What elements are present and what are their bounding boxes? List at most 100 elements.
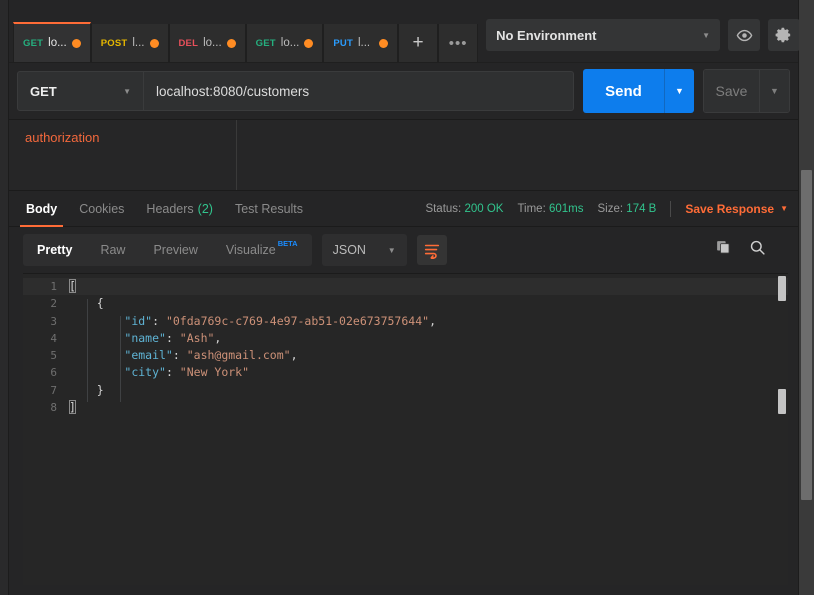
tab-body-label: Body: [26, 201, 58, 216]
request-tab-2[interactable]: POST l...: [90, 24, 169, 62]
gear-icon: [775, 27, 791, 43]
environment-quick-look-button[interactable]: [728, 19, 761, 51]
json-value-name: "Ash": [179, 330, 215, 345]
view-raw-label: Raw: [100, 243, 126, 257]
tab-options-button[interactable]: •••: [438, 24, 479, 62]
json-code[interactable]: 1 [ 2 { 3 "id": "0fda769c-c769-4e97-ab51…: [23, 274, 788, 585]
eye-icon: [736, 29, 752, 41]
request-tab-label: lo...: [280, 37, 300, 49]
code-line: 5 "email": "ash@gmail.com",: [23, 347, 788, 364]
line-number: 3: [50, 314, 57, 328]
tab-headers[interactable]: Headers (2): [135, 191, 224, 227]
request-tab-strip: GET lo... POST l... DEL lo... GET lo...: [9, 0, 479, 62]
view-raw[interactable]: Raw: [86, 234, 139, 266]
new-tab-button[interactable]: +: [398, 24, 439, 62]
line-content: "email": "ash@gmail.com",: [124, 348, 298, 363]
unsaved-dot-icon: [379, 38, 389, 48]
postman-window: GET lo... POST l... DEL lo... GET lo...: [0, 0, 814, 595]
code-line: 4 "name": "Ash",: [23, 330, 788, 347]
status-label: Status:: [425, 202, 462, 215]
request-tab-4[interactable]: GET lo...: [245, 24, 324, 62]
request-param-value[interactable]: [237, 120, 798, 190]
code-scrollbar-thumb-top[interactable]: [778, 276, 786, 301]
line-number: 5: [50, 349, 57, 363]
request-tab-method: GET: [23, 37, 44, 49]
view-pretty[interactable]: Pretty: [23, 234, 86, 266]
word-wrap-button[interactable]: [416, 235, 447, 265]
response-meta: Status: 200 OK Time: 601ms Size: 174 B S…: [425, 200, 788, 217]
window-scrollbar-thumb[interactable]: [801, 170, 812, 500]
request-tab-method: POST: [100, 37, 128, 49]
line-number: 2: [50, 297, 57, 311]
url-bar: GET ▼ localhost:8080/customers Send ▼ Sa…: [9, 62, 798, 119]
tab-test-results[interactable]: Test Results: [224, 191, 314, 227]
chevron-down-icon: ▼: [387, 245, 396, 255]
settings-button[interactable]: [768, 19, 801, 51]
size-value: 174 B: [626, 202, 657, 215]
url-input[interactable]: localhost:8080/customers: [144, 71, 574, 111]
send-options-button[interactable]: ▼: [664, 69, 694, 113]
time-group: Time: 601ms: [517, 203, 583, 215]
status-group: Status: 200 OK: [425, 203, 503, 215]
copy-icon: [717, 241, 730, 254]
meta-divider: [670, 200, 672, 217]
code-line: 2 {: [23, 295, 788, 312]
send-button[interactable]: Send: [583, 69, 664, 113]
copy-button[interactable]: [715, 239, 732, 261]
indent-guide: [87, 299, 88, 402]
tab-headers-count: (2): [197, 201, 213, 216]
code-line: 8 ]: [23, 399, 788, 416]
http-method-selector[interactable]: GET ▼: [17, 71, 144, 111]
unsaved-dot-icon: [149, 38, 159, 48]
tab-body[interactable]: Body: [15, 191, 68, 227]
request-tab-label: lo...: [48, 37, 67, 49]
line-number: 8: [50, 401, 57, 415]
request-tab-1[interactable]: GET lo...: [13, 22, 91, 62]
code-line: 1 [: [23, 278, 788, 296]
unsaved-dot-icon: [304, 38, 314, 48]
line-content: ]: [69, 400, 76, 415]
line-content: "name": "Ash",: [124, 330, 222, 345]
save-response-button[interactable]: Save Response ▼: [685, 202, 788, 216]
request-tab-5[interactable]: PUT l...: [323, 24, 399, 62]
size-label: Size:: [597, 202, 624, 215]
save-button[interactable]: Save: [704, 70, 759, 112]
chevron-down-icon: ▼: [780, 204, 788, 213]
line-content: "id": "0fda769c-c769-4e97-ab51-02e673757…: [124, 313, 436, 328]
tab-test-results-label: Test Results: [234, 201, 304, 216]
view-visualize[interactable]: Visualize BETA: [212, 234, 312, 266]
environment-selector[interactable]: No Environment ▼: [486, 19, 721, 51]
tab-cookies[interactable]: Cookies: [68, 191, 135, 227]
window-scrollbar[interactable]: [799, 0, 814, 595]
response-body-viewer[interactable]: 1 [ 2 { 3 "id": "0fda769c-c769-4e97-ab51…: [23, 273, 788, 585]
save-options-button[interactable]: ▼: [759, 70, 789, 112]
word-wrap-icon: [424, 244, 439, 259]
line-number: 4: [50, 331, 57, 345]
body-format-label: JSON: [332, 243, 366, 257]
body-format-selector[interactable]: JSON ▼: [321, 234, 407, 266]
code-scrollbar-thumb[interactable]: [778, 389, 786, 414]
search-icon: [750, 240, 765, 255]
view-preview[interactable]: Preview: [139, 234, 211, 266]
search-button[interactable]: [749, 239, 766, 261]
request-tab-method: GET: [255, 37, 276, 49]
time-value: 601ms: [548, 202, 584, 215]
body-view-switcher: Pretty Raw Preview Visualize BETA: [23, 234, 312, 266]
view-visualize-label: Visualize: [225, 243, 276, 257]
request-detail-panel: authorization: [9, 119, 798, 191]
request-tab-3[interactable]: DEL lo...: [168, 24, 246, 62]
tab-headers-label: Headers: [146, 201, 194, 216]
request-param-key[interactable]: authorization: [9, 120, 237, 190]
response-body-toolbar: Pretty Raw Preview Visualize BETA JSON ▼: [9, 227, 798, 273]
beta-badge: BETA: [277, 239, 298, 248]
code-scrollbar[interactable]: [776, 274, 788, 585]
unsaved-dot-icon: [226, 38, 236, 48]
json-value-id: "0fda769c-c769-4e97-ab51-02e673757644": [165, 313, 430, 328]
view-preview-label: Preview: [153, 243, 198, 257]
sidebar-edge: [0, 0, 9, 595]
code-line: 7 }: [23, 382, 788, 399]
json-value-city: "New York": [179, 365, 250, 380]
line-number: 1: [50, 280, 57, 293]
status-value: 200 OK: [464, 202, 504, 215]
view-pretty-label: Pretty: [37, 243, 73, 257]
